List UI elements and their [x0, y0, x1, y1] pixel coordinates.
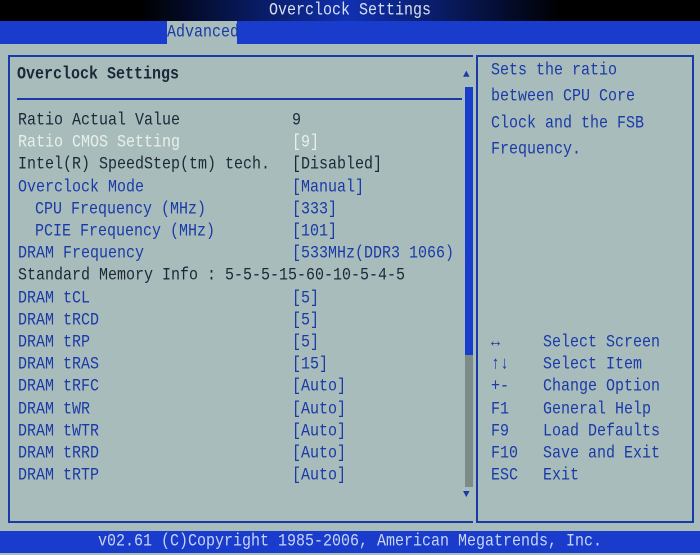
setting-row[interactable]: DRAM tRCD [5]: [18, 310, 463, 332]
tab-bar: Advanced: [0, 21, 700, 44]
key-legend-item: ↑↓ Select Item: [491, 354, 691, 376]
setting-value[interactable]: [Auto]: [292, 463, 346, 489]
key-legend-item: F1 General Help: [491, 399, 691, 421]
tab-advanced[interactable]: Advanced: [167, 21, 239, 44]
scrollbar-thumb[interactable]: [465, 87, 473, 355]
key-legend-item: +- Change Option: [491, 376, 691, 398]
key-legend-item: F9 Load Defaults: [491, 421, 691, 443]
setting-row: Ratio Actual Value 9: [18, 110, 463, 132]
key-description: Exit: [543, 465, 580, 486]
setting-row[interactable]: PCIE Frequency (MHz) [101]: [18, 221, 463, 243]
footer-copyright: v02.61 (C)Copyright 1985-2006, American …: [0, 531, 700, 553]
scroll-up-arrow-icon[interactable]: ▲: [463, 69, 470, 81]
setting-row: Standard Memory Info : 5-5-5-15-60-10-5-…: [18, 265, 463, 287]
setting-label: DRAM tRTP: [18, 465, 100, 486]
setting-row[interactable]: DRAM tCL [5]: [18, 288, 463, 310]
setting-row[interactable]: DRAM tRFC [Auto]: [18, 376, 463, 398]
help-text: Sets the ratio between CPU Core Clock an…: [491, 60, 645, 160]
key-legend-item: ↔ Select Screen: [491, 332, 691, 354]
setting-row[interactable]: DRAM tWR [Auto]: [18, 399, 463, 421]
setting-row[interactable]: Ratio CMOS Setting [9]: [18, 132, 463, 154]
setting-row[interactable]: DRAM Frequency [533MHz(DDR3 1066) ]: [18, 243, 472, 265]
setting-row[interactable]: DRAM tRAS [15]: [18, 354, 463, 376]
setting-row[interactable]: DRAM tRTP [Auto]: [18, 465, 463, 487]
setting-row[interactable]: DRAM tWTR [Auto]: [18, 421, 463, 443]
setting-row[interactable]: Overclock Mode [Manual]: [18, 177, 463, 199]
window-title: Overclock Settings: [0, 0, 700, 21]
panel-title: Overclock Settings: [17, 64, 180, 85]
divider: [17, 98, 462, 100]
setting-row[interactable]: DRAM tRP [5]: [18, 332, 463, 354]
setting-row: Intel(R) SpeedStep(tm) tech. [Disabled]: [18, 154, 463, 176]
key-legend-item: F10 Save and Exit: [491, 443, 691, 465]
key-legend-item: ESC Exit: [491, 465, 691, 487]
scroll-down-arrow-icon[interactable]: ▼: [463, 489, 470, 501]
setting-row[interactable]: DRAM tRRD [Auto]: [18, 443, 463, 465]
setting-row[interactable]: CPU Frequency (MHz) [333]: [18, 199, 463, 221]
key-name: ESC: [491, 465, 519, 486]
